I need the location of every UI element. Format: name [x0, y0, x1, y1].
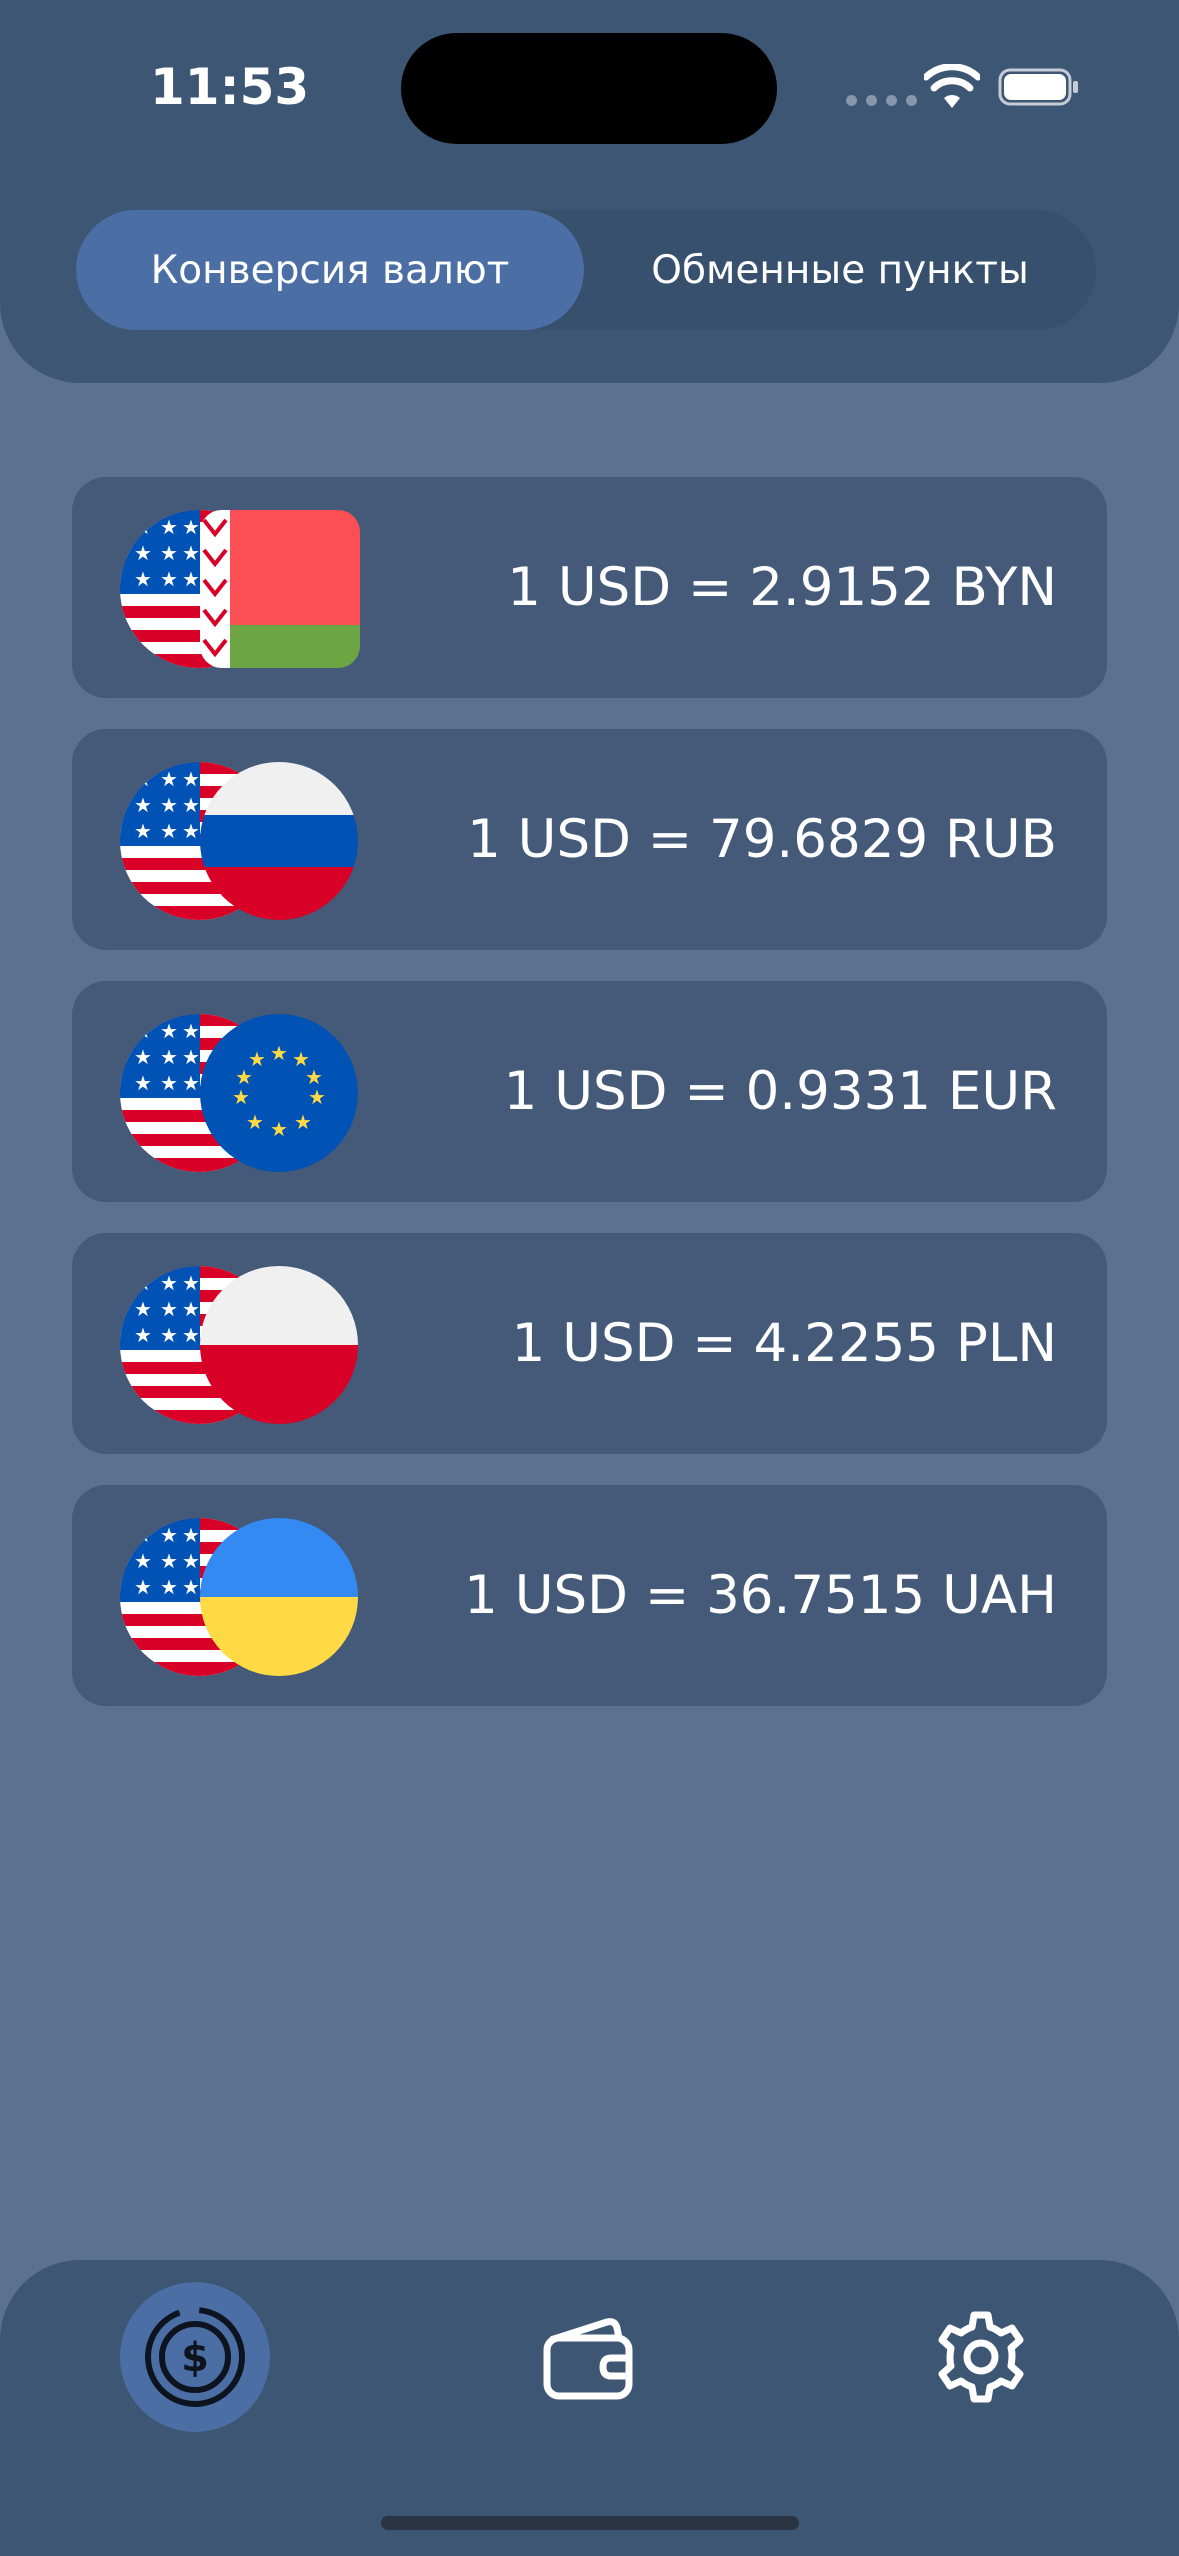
- svg-text:$: $: [181, 2335, 209, 2381]
- rate-value: 1 USD = 0.9331 EUR: [503, 1061, 1057, 1122]
- rate-card-byn[interactable]: 1 USD = 2.9152 BYN: [72, 477, 1107, 698]
- header-panel: 11:53 Конверсия валют Обменные пункты: [0, 0, 1179, 383]
- rate-value: 1 USD = 79.6829 RUB: [467, 809, 1057, 870]
- dollar-coin-icon: $: [145, 2307, 245, 2407]
- ru-flag-icon: [200, 762, 358, 920]
- by-flag-icon: [200, 510, 360, 668]
- home-indicator: [381, 2516, 799, 2530]
- ua-flag-icon: [200, 1518, 358, 1676]
- tab-converter[interactable]: $: [120, 2282, 270, 2432]
- flag-pair: [120, 762, 360, 920]
- pl-flag-icon: [200, 1266, 358, 1424]
- rate-card-uah[interactable]: 1 USD = 36.7515 UAH: [72, 1485, 1107, 1706]
- flag-pair: ★ ★ ★ ★ ★ ★ ★ ★ ★ ★: [120, 1014, 360, 1172]
- svg-text:★: ★: [270, 1117, 288, 1141]
- rate-value: 1 USD = 4.2255 PLN: [511, 1313, 1057, 1374]
- wallet-icon: [543, 2318, 633, 2400]
- rate-card-pln[interactable]: 1 USD = 4.2255 PLN: [72, 1233, 1107, 1454]
- tab-exchange-points[interactable]: Обменные пункты: [584, 210, 1096, 330]
- rate-value: 1 USD = 2.9152 BYN: [507, 557, 1057, 618]
- rate-value: 1 USD = 36.7515 UAH: [464, 1565, 1057, 1626]
- signal-dots-icon: [846, 95, 917, 106]
- svg-text:★: ★: [248, 1047, 266, 1071]
- flag-pair: [120, 510, 360, 668]
- eu-flag-icon: ★ ★ ★ ★ ★ ★ ★ ★ ★ ★: [200, 1014, 358, 1172]
- svg-text:★: ★: [270, 1041, 288, 1065]
- svg-text:★: ★: [308, 1085, 326, 1109]
- flag-pair: [120, 1266, 360, 1424]
- tab-currency-conversion[interactable]: Конверсия валют: [76, 210, 584, 330]
- gear-icon: [938, 2311, 1024, 2403]
- segmented-control: Конверсия валют Обменные пункты: [76, 210, 1096, 330]
- battery-icon: [998, 68, 1078, 106]
- dynamic-island: [401, 33, 777, 144]
- wifi-icon: [924, 64, 980, 108]
- flag-pair: [120, 1518, 360, 1676]
- svg-text:★: ★: [294, 1110, 312, 1134]
- status-time: 11:53: [150, 58, 310, 116]
- rate-card-eur[interactable]: ★ ★ ★ ★ ★ ★ ★ ★ ★ ★ 1 USD = 0.9331 EUR: [72, 981, 1107, 1202]
- rate-card-rub[interactable]: 1 USD = 79.6829 RUB: [72, 729, 1107, 950]
- tab-wallet[interactable]: [514, 2282, 664, 2432]
- tab-settings[interactable]: [906, 2282, 1056, 2432]
- tab-bar: $: [0, 2260, 1179, 2556]
- svg-text:★: ★: [246, 1110, 264, 1134]
